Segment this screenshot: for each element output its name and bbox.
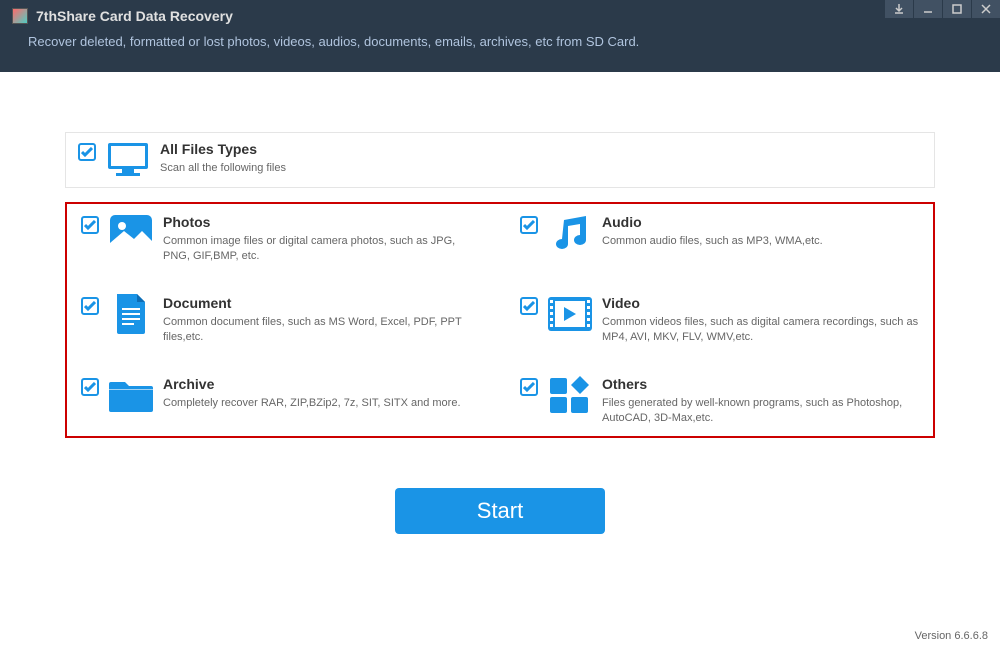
others-desc: Files generated by well-known programs, … — [602, 396, 919, 427]
audio-title: Audio — [602, 214, 919, 230]
others-title: Others — [602, 376, 919, 392]
photos-desc: Common image files or digital camera pho… — [163, 234, 480, 265]
photos-title: Photos — [163, 214, 480, 230]
title-bar: 7thShare Card Data Recovery Recover dele… — [0, 0, 1000, 72]
all-files-desc: Scan all the following files — [160, 161, 922, 176]
file-types-group: Photos Common image files or digital cam… — [65, 202, 935, 438]
download-button[interactable] — [885, 0, 913, 18]
video-checkbox[interactable] — [520, 297, 538, 315]
main-content: All Files Types Scan all the following f… — [0, 72, 1000, 534]
archive-checkbox[interactable] — [81, 378, 99, 396]
all-files-checkbox[interactable] — [78, 143, 96, 161]
video-desc: Common videos files, such as digital cam… — [602, 315, 919, 346]
archive-option: Archive Completely recover RAR, ZIP,BZip… — [81, 376, 480, 427]
app-subtitle: Recover deleted, formatted or lost photo… — [28, 34, 639, 49]
monitor-icon — [106, 141, 150, 179]
minimize-button[interactable] — [914, 0, 942, 18]
audio-desc: Common audio files, such as MP3, WMA,etc… — [602, 234, 919, 249]
video-icon — [548, 295, 592, 333]
start-button[interactable]: Start — [395, 488, 605, 534]
archive-title: Archive — [163, 376, 480, 392]
folder-icon — [109, 376, 153, 414]
apps-icon — [548, 376, 592, 414]
archive-desc: Completely recover RAR, ZIP,BZip2, 7z, S… — [163, 396, 480, 411]
maximize-button[interactable] — [943, 0, 971, 18]
document-icon — [109, 295, 153, 333]
music-icon — [548, 214, 592, 252]
all-files-option: All Files Types Scan all the following f… — [65, 132, 935, 188]
photos-option: Photos Common image files or digital cam… — [81, 214, 480, 265]
others-option: Others Files generated by well-known pro… — [520, 376, 919, 427]
audio-checkbox[interactable] — [520, 216, 538, 234]
close-button[interactable] — [972, 0, 1000, 18]
all-files-title: All Files Types — [160, 141, 922, 157]
audio-option: Audio Common audio files, such as MP3, W… — [520, 214, 919, 265]
document-option: Document Common document files, such as … — [81, 295, 480, 346]
video-title: Video — [602, 295, 919, 311]
app-title: 7thShare Card Data Recovery — [36, 8, 233, 24]
document-checkbox[interactable] — [81, 297, 99, 315]
document-desc: Common document files, such as MS Word, … — [163, 315, 480, 346]
document-title: Document — [163, 295, 480, 311]
others-checkbox[interactable] — [520, 378, 538, 396]
version-label: Version 6.6.6.8 — [915, 630, 988, 642]
photos-checkbox[interactable] — [81, 216, 99, 234]
video-option: Video Common videos files, such as digit… — [520, 295, 919, 346]
photo-icon — [109, 214, 153, 252]
app-icon — [12, 8, 28, 24]
